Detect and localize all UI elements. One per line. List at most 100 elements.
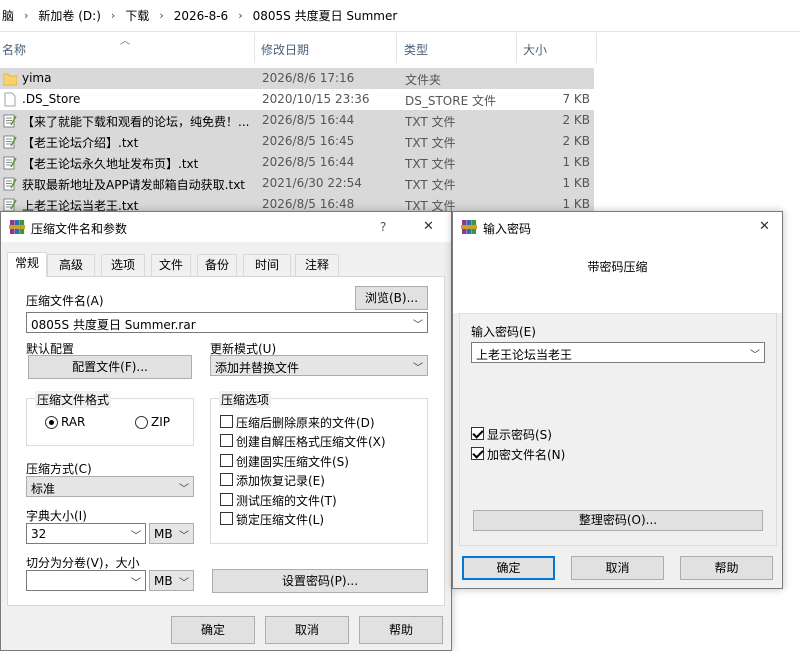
split-unit-select[interactable]: MB ﹀ <box>149 570 194 591</box>
file-type: TXT 文件 <box>405 157 456 171</box>
tab-comment[interactable]: 注释 <box>295 254 339 276</box>
tab-time[interactable]: 时间 <box>243 254 291 276</box>
test-files-checkbox[interactable] <box>220 493 233 506</box>
solid-label[interactable]: 创建固实压缩文件(S) <box>236 453 349 470</box>
column-divider[interactable] <box>254 33 255 63</box>
file-size: 7 KB <box>562 92 590 106</box>
column-header-date[interactable]: 修改日期 <box>261 41 309 58</box>
column-header-name[interactable]: 名称 <box>2 41 26 58</box>
format-zip-label[interactable]: ZIP <box>151 415 170 429</box>
file-row[interactable]: .DS_Store 2020/10/15 23:36 DS_STORE 文件 7… <box>0 89 594 110</box>
file-type: 文件夹 <box>405 73 442 87</box>
breadcrumb-downloads[interactable]: 下载 <box>123 7 151 24</box>
file-name: yima <box>22 71 52 85</box>
show-password-checkbox[interactable] <box>471 427 484 440</box>
file-type: TXT 文件 <box>405 136 456 150</box>
breadcrumb-computer[interactable]: 脑 <box>0 7 16 24</box>
chevron-down-icon: ﹀ <box>131 531 141 542</box>
tab-backup[interactable]: 备份 <box>197 254 237 276</box>
browse-button[interactable]: 浏览(B)... <box>355 286 428 310</box>
archive-dialog-titlebar[interactable]: 压缩文件名和参数 ? ✕ <box>1 212 451 242</box>
profiles-button[interactable]: 配置文件(F)... <box>28 355 192 379</box>
archive-dialog-title: 压缩文件名和参数 <box>31 222 128 236</box>
delete-after-label[interactable]: 压缩后删除原来的文件(D) <box>236 414 375 431</box>
chevron-down-icon: ﹀ <box>179 484 189 495</box>
winrar-icon <box>9 220 25 234</box>
file-row[interactable]: 【老王论坛介绍】.txt 2026/8/5 16:45 TXT 文件 2 KB <box>0 131 594 152</box>
help-icon[interactable]: ? <box>380 220 386 234</box>
dict-size-value: 32 <box>31 527 47 541</box>
password-header-area: 带密码压缩 <box>453 242 782 313</box>
split-volume-label: 切分为分卷(V)，大小 <box>26 556 140 570</box>
column-divider[interactable] <box>516 33 517 63</box>
file-size: 1 KB <box>562 197 590 211</box>
file-date: 2026/8/5 16:48 <box>262 197 355 211</box>
format-rar-radio[interactable] <box>45 416 58 429</box>
tab-general[interactable]: 常规 <box>7 252 47 277</box>
file-date: 2026/8/5 16:45 <box>262 134 355 148</box>
breadcrumb-date-folder[interactable]: 2026-8-6 <box>172 9 230 23</box>
recovery-record-label[interactable]: 添加恢复记录(E) <box>236 472 325 489</box>
tab-options[interactable]: 选项 <box>101 254 145 276</box>
column-divider[interactable] <box>596 33 597 63</box>
password-value: 上老王论坛当老王 <box>476 348 573 362</box>
organize-passwords-button[interactable]: 整理密码(O)... <box>473 510 763 531</box>
breadcrumb-drive[interactable]: 新加卷 (D:) <box>36 7 102 24</box>
test-files-label[interactable]: 测试压缩的文件(T) <box>236 492 337 509</box>
update-mode-select[interactable]: 添加并替换文件 ﹀ <box>210 355 428 376</box>
column-header-type[interactable]: 类型 <box>404 41 428 58</box>
password-dialog-title: 输入密码 <box>483 222 532 236</box>
lock-archive-label[interactable]: 锁定压缩文件(L) <box>236 511 324 528</box>
breadcrumb-current-folder[interactable]: 0805S 共度夏日 Summer <box>251 7 400 24</box>
folder-icon <box>3 73 17 86</box>
show-password-label[interactable]: 显示密码(S) <box>487 426 552 443</box>
format-zip-radio[interactable] <box>135 416 148 429</box>
column-header-size[interactable]: 大小 <box>523 41 547 58</box>
text-file-icon <box>3 114 17 128</box>
tab-advanced[interactable]: 高级 <box>47 254 95 276</box>
file-row[interactable]: yima 2026/8/6 17:16 文件夹 <box>0 68 594 89</box>
sfx-checkbox[interactable] <box>220 434 233 447</box>
archive-format-label: 压缩文件格式 <box>35 391 112 408</box>
help-button[interactable]: 帮助 <box>359 616 443 644</box>
split-volume-select[interactable]: ﹀ <box>26 570 146 591</box>
set-password-button[interactable]: 设置密码(P)... <box>212 569 428 593</box>
dict-size-select[interactable]: 32 ﹀ <box>26 523 146 544</box>
split-unit-value: MB <box>154 574 173 588</box>
password-dialog-titlebar[interactable]: 输入密码 ✕ <box>453 212 782 242</box>
encrypt-names-checkbox[interactable] <box>471 447 484 460</box>
password-input[interactable]: 上老王论坛当老王 ﹀ <box>471 342 765 363</box>
solid-checkbox[interactable] <box>220 454 233 467</box>
delete-after-checkbox[interactable] <box>220 415 233 428</box>
column-divider[interactable] <box>396 33 397 63</box>
close-icon[interactable]: ✕ <box>423 219 434 234</box>
cancel-button[interactable]: 取消 <box>571 556 664 580</box>
dict-unit-select[interactable]: MB ﹀ <box>149 523 194 544</box>
sort-up-icon: ︿ <box>120 36 130 47</box>
ok-button[interactable]: 确定 <box>171 616 255 644</box>
text-file-icon <box>3 135 17 149</box>
address-bar[interactable]: 脑 › 新加卷 (D:) › 下载 › 2026-8-6 › 0805S 共度夏… <box>0 0 800 32</box>
encrypt-names-label[interactable]: 加密文件名(N) <box>487 446 565 463</box>
file-type: TXT 文件 <box>405 178 456 192</box>
chevron-down-icon: ﹀ <box>413 320 423 331</box>
ok-button[interactable]: 确定 <box>462 556 555 580</box>
format-rar-label[interactable]: RAR <box>61 415 85 429</box>
help-button[interactable]: 帮助 <box>680 556 773 580</box>
file-date: 2026/8/5 16:44 <box>262 113 355 127</box>
method-select[interactable]: 标准 ﹀ <box>26 476 194 497</box>
file-row[interactable]: 获取最新地址及APP请发邮箱自动获取.txt 2021/6/30 22:54 T… <box>0 173 594 194</box>
tab-files[interactable]: 文件 <box>151 254 191 276</box>
file-row[interactable]: 【来了就能下载和观看的论坛，纯免费！... 2026/8/5 16:44 TXT… <box>0 110 594 131</box>
close-icon[interactable]: ✕ <box>759 219 770 234</box>
archive-format-group: 压缩文件格式 RAR ZIP <box>26 391 194 446</box>
file-date: 2026/8/6 17:16 <box>262 71 355 85</box>
file-name: 【老王论坛永久地址发布页】.txt <box>22 157 199 171</box>
recovery-record-checkbox[interactable] <box>220 473 233 486</box>
update-mode-value: 添加并替换文件 <box>215 361 300 375</box>
sfx-label[interactable]: 创建自解压格式压缩文件(X) <box>236 433 386 450</box>
archive-name-input[interactable]: 0805S 共度夏日 Summer.rar ﹀ <box>26 312 428 333</box>
file-row[interactable]: 【老王论坛永久地址发布页】.txt 2026/8/5 16:44 TXT 文件 … <box>0 152 594 173</box>
lock-archive-checkbox[interactable] <box>220 512 233 525</box>
cancel-button[interactable]: 取消 <box>265 616 349 644</box>
